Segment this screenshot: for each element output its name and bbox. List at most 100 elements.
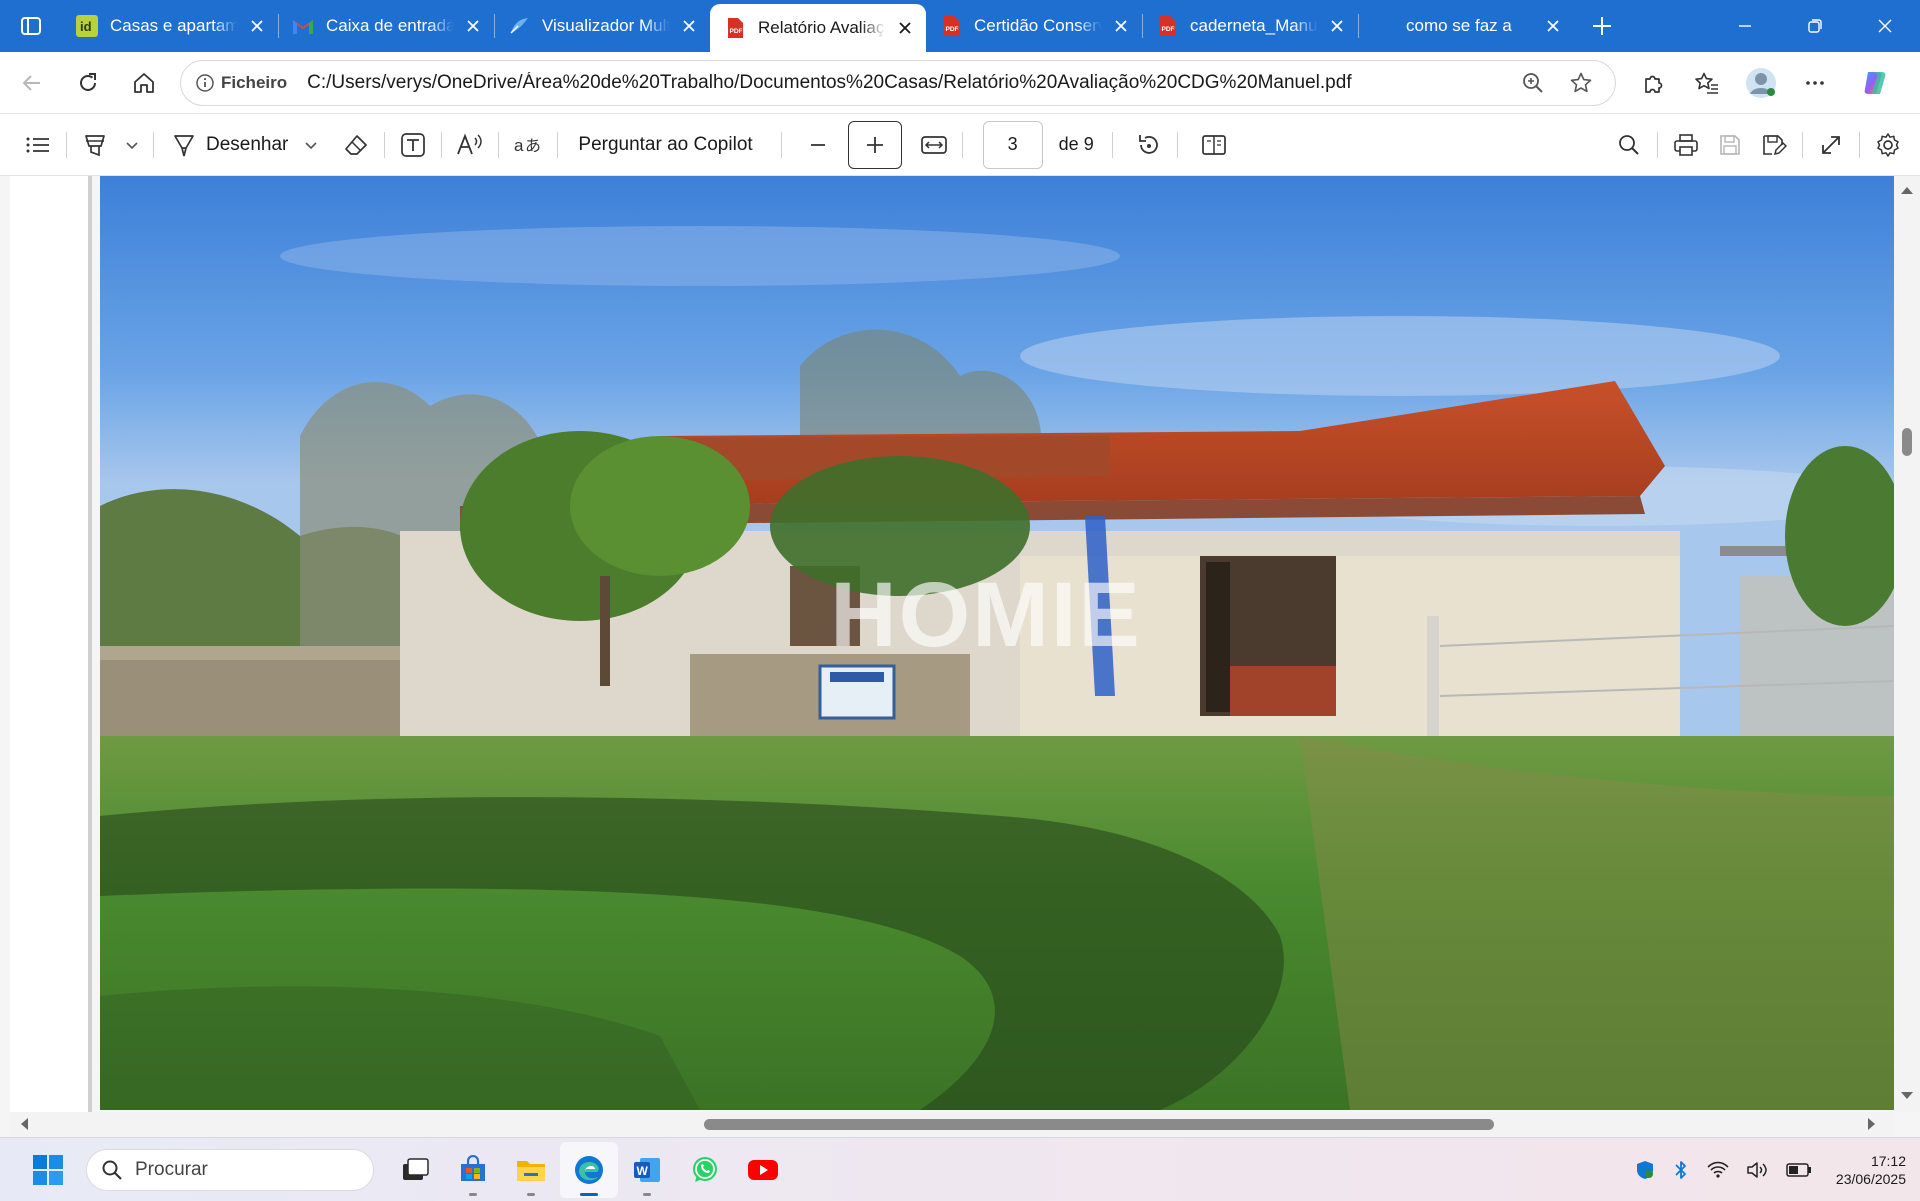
close-icon[interactable] xyxy=(1326,15,1348,37)
refresh-button[interactable] xyxy=(60,61,116,105)
youtube-app[interactable] xyxy=(734,1142,792,1198)
youtube-icon xyxy=(748,1159,778,1180)
close-icon[interactable] xyxy=(894,17,916,39)
read-aloud-button[interactable] xyxy=(448,123,492,167)
draw-button[interactable]: Desenhar xyxy=(160,123,296,167)
find-button[interactable] xyxy=(1607,123,1651,167)
more-menu-button[interactable] xyxy=(1788,61,1842,105)
tab-2[interactable]: Visualizador Multimédia xyxy=(494,0,710,52)
zoom-button[interactable] xyxy=(1509,71,1557,95)
minimize-button[interactable] xyxy=(1710,0,1780,52)
eraser-icon xyxy=(345,134,368,155)
highlight-options-button[interactable] xyxy=(117,123,147,167)
favorites-button[interactable] xyxy=(1680,61,1734,105)
start-button[interactable] xyxy=(18,1154,78,1186)
highlight-button[interactable] xyxy=(73,123,117,167)
ask-copilot-button[interactable]: Perguntar ao Copilot xyxy=(564,123,760,167)
word-app[interactable]: W xyxy=(618,1142,676,1198)
fit-to-width-button[interactable] xyxy=(912,123,956,167)
full-screen-button[interactable] xyxy=(1809,123,1853,167)
pdf-toolbar: Desenhar aあ Perguntar ao Copilot 3 de 9 xyxy=(0,114,1920,176)
horizontal-scrollbar[interactable] xyxy=(10,1112,1894,1136)
home-icon xyxy=(134,72,154,93)
zoom-out-button[interactable] xyxy=(796,123,840,167)
contents-button[interactable] xyxy=(16,123,60,167)
scroll-right-icon[interactable] xyxy=(1862,1112,1882,1136)
scroll-up-icon[interactable] xyxy=(1894,180,1920,200)
url-text[interactable]: C:/Users/verys/OneDrive/Área%20de%20Trab… xyxy=(299,72,1509,94)
close-icon[interactable] xyxy=(1542,15,1564,37)
divider xyxy=(557,131,559,158)
wifi-icon[interactable] xyxy=(1706,1160,1730,1180)
tab-actions-icon xyxy=(21,17,41,35)
fit-width-icon xyxy=(920,135,947,154)
tab-6[interactable]: como se faz a xyxy=(1358,0,1574,52)
site-info-button[interactable]: Ficheiro xyxy=(191,73,299,93)
list-icon xyxy=(26,137,49,152)
erase-button[interactable] xyxy=(334,123,378,167)
info-icon xyxy=(196,73,214,92)
plus-icon xyxy=(1593,17,1611,35)
favorite-button[interactable] xyxy=(1557,71,1605,95)
whatsapp-icon xyxy=(693,1156,717,1182)
pdf-settings-button[interactable] xyxy=(1866,123,1910,167)
translate-button[interactable]: aあ xyxy=(505,123,551,167)
profile-button[interactable] xyxy=(1734,61,1788,105)
svg-text:PDF: PDF xyxy=(730,28,743,35)
pdf-viewer[interactable]: HOMIE xyxy=(0,176,1920,1136)
horizontal-scroll-thumb[interactable] xyxy=(704,1119,1494,1130)
defender-icon[interactable] xyxy=(1634,1159,1656,1181)
zoom-in-icon xyxy=(1523,72,1543,93)
bluetooth-icon[interactable] xyxy=(1672,1159,1690,1181)
draw-options-button[interactable] xyxy=(296,123,326,167)
save-as-button[interactable] xyxy=(1752,123,1796,167)
address-bar[interactable]: Ficheiro C:/Users/verys/OneDrive/Área%20… xyxy=(180,59,1616,106)
task-view-button[interactable] xyxy=(386,1142,444,1198)
tab-title: Caixa de entrada xyxy=(326,16,454,35)
back-button[interactable] xyxy=(4,61,60,105)
vertical-scroll-thumb[interactable] xyxy=(1902,428,1912,456)
close-icon[interactable] xyxy=(462,15,484,37)
add-text-button[interactable] xyxy=(391,123,435,167)
zoom-in-button[interactable] xyxy=(847,120,902,169)
close-icon[interactable] xyxy=(1110,15,1132,37)
taskbar: Procurar W 17:12 23/06/2025 xyxy=(0,1137,1920,1201)
page-number-input[interactable]: 3 xyxy=(982,120,1043,169)
close-icon[interactable] xyxy=(246,15,268,37)
tab-actions-button[interactable] xyxy=(0,0,62,52)
print-button[interactable] xyxy=(1664,123,1708,167)
clock[interactable]: 17:12 23/06/2025 xyxy=(1836,1152,1906,1188)
new-tab-button[interactable] xyxy=(1574,0,1630,52)
edge-app[interactable] xyxy=(560,1141,618,1198)
scroll-down-icon[interactable] xyxy=(1894,1086,1920,1106)
whatsapp-app[interactable] xyxy=(676,1142,734,1198)
page-view-icon xyxy=(1201,134,1226,155)
tab-0[interactable]: id Casas e apartamentos xyxy=(62,0,278,52)
svg-text:あ: あ xyxy=(525,137,541,155)
tab-5[interactable]: PDF caderneta_Manuel xyxy=(1142,0,1358,52)
file-explorer-app[interactable] xyxy=(502,1142,560,1198)
close-window-button[interactable] xyxy=(1850,0,1920,52)
save-button[interactable] xyxy=(1708,123,1752,167)
microsoft-store-app[interactable] xyxy=(444,1142,502,1198)
tab-4[interactable]: PDF Certidão Conservatória xyxy=(926,0,1142,52)
site-chip-label: Ficheiro xyxy=(221,72,288,92)
vertical-scrollbar[interactable] xyxy=(1894,176,1920,1112)
svg-text:a: a xyxy=(514,136,524,155)
scroll-left-icon[interactable] xyxy=(14,1112,34,1136)
battery-icon[interactable] xyxy=(1786,1162,1812,1178)
tab-1[interactable]: Caixa de entrada xyxy=(278,0,494,52)
close-icon[interactable] xyxy=(678,15,700,37)
rotate-button[interactable] xyxy=(1127,123,1171,167)
task-view-icon xyxy=(403,1157,429,1180)
volume-icon[interactable] xyxy=(1746,1160,1770,1180)
copilot-button[interactable] xyxy=(1848,61,1902,105)
restore-button[interactable] xyxy=(1780,0,1850,52)
windows-logo-icon xyxy=(33,1154,63,1185)
home-button[interactable] xyxy=(116,61,172,105)
store-icon xyxy=(461,1154,485,1181)
extensions-button[interactable] xyxy=(1626,61,1680,105)
page-view-button[interactable] xyxy=(1192,123,1236,167)
tab-3-active[interactable]: PDF Relatório Avaliação xyxy=(710,4,926,52)
taskbar-search[interactable]: Procurar xyxy=(86,1148,374,1191)
